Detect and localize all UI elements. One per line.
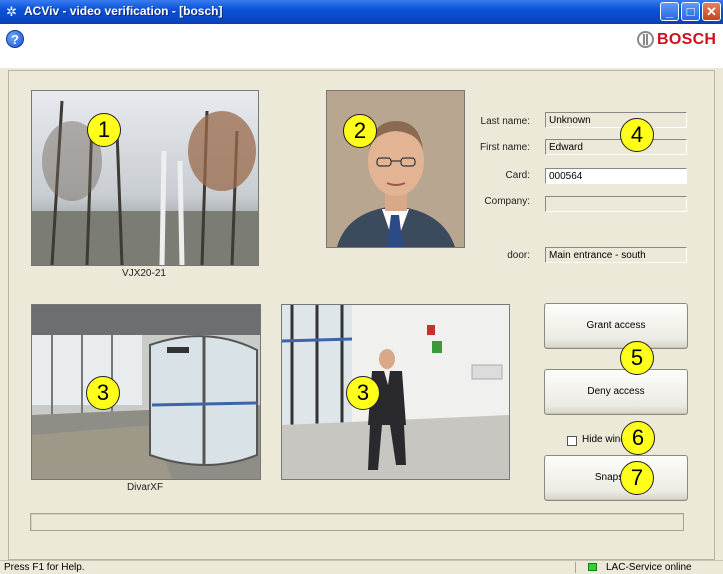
callout-1: 1 <box>87 113 121 147</box>
status-help-text: Press F1 for Help. <box>4 562 85 573</box>
snapshot-button[interactable]: Snapshot <box>544 455 688 501</box>
window-title: ACViv - video verification - [bosch] <box>24 4 223 18</box>
status-bar: Press F1 for Help. LAC-Service online <box>0 560 723 574</box>
camera-1-caption: VJX20-21 <box>122 268 166 279</box>
camera-view-entrance[interactable] <box>281 304 510 480</box>
callout-4: 4 <box>620 118 654 152</box>
maximize-icon: □ <box>686 4 695 19</box>
hide-window-checkbox[interactable] <box>567 436 577 446</box>
callout-5: 5 <box>620 341 654 375</box>
company-field <box>545 196 687 212</box>
minimize-button[interactable]: _ <box>660 2 679 21</box>
close-button[interactable]: ✕ <box>702 2 721 21</box>
toolbar: ? BOSCH <box>0 24 723 68</box>
app-icon: ✲ <box>6 4 17 19</box>
callout-7: 7 <box>620 461 654 495</box>
minimize-icon: _ <box>665 4 674 19</box>
bosch-armature-icon <box>637 31 654 48</box>
camera-view-lobby[interactable] <box>31 304 261 480</box>
progress-bar <box>30 513 684 531</box>
status-led-icon <box>588 563 597 571</box>
camera-lobby-caption: DivarXF <box>126 482 164 493</box>
door-field: Main entrance - south <box>545 247 687 263</box>
person-photo <box>326 90 465 248</box>
callout-6: 6 <box>621 421 655 455</box>
last-name-field: Unknown <box>545 112 687 128</box>
camera-view-1[interactable] <box>31 90 259 266</box>
service-status-panel: LAC-Service online <box>575 562 716 573</box>
deny-access-button[interactable]: Deny access <box>544 369 688 415</box>
door-label: door: <box>507 250 530 261</box>
maximize-button[interactable]: □ <box>681 2 700 21</box>
grant-access-button[interactable]: Grant access <box>544 303 688 349</box>
first-name-field: Edward <box>545 139 687 155</box>
first-name-label: First name: <box>479 142 530 153</box>
last-name-label: Last name: <box>480 116 530 127</box>
callout-3-entrance: 3 <box>346 376 380 410</box>
card-field: 000564 <box>545 168 687 184</box>
callout-2: 2 <box>343 114 377 148</box>
brand-logo: BOSCH <box>657 31 717 48</box>
company-label: Company: <box>484 196 530 207</box>
close-icon: ✕ <box>706 4 717 19</box>
card-label: Card: <box>505 170 530 181</box>
help-icon[interactable]: ? <box>6 30 24 48</box>
title-bar: ✲ ACViv - video verification - [bosch] _… <box>0 0 723 24</box>
service-status-text: LAC-Service online <box>606 562 692 573</box>
callout-3-lobby: 3 <box>86 376 120 410</box>
